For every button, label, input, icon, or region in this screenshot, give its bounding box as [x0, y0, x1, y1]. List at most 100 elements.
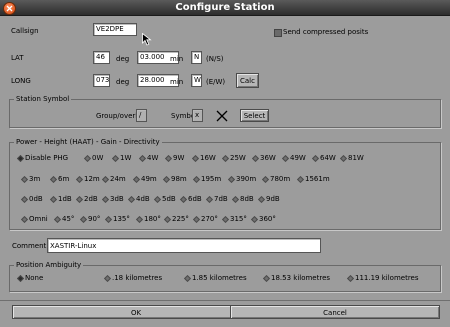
phg-option-label: Omni: [29, 215, 48, 223]
phg-option[interactable]: 81W: [339, 154, 364, 162]
phg-option-label: 64W: [320, 154, 336, 162]
phg-option[interactable]: 49W: [281, 154, 306, 162]
phg-option[interactable]: Disable PHG: [16, 154, 69, 162]
ambiguity-option-label: 111.19 kilometres: [355, 274, 419, 282]
radio-diamond-icon: [251, 154, 260, 162]
phg-option[interactable]: 195m: [192, 175, 221, 183]
ok-button[interactable]: OK: [12, 305, 260, 319]
ambiguity-option[interactable]: 1.85 kilometres: [183, 274, 247, 282]
long-hemisphere-field[interactable]: W: [191, 74, 202, 87]
radio-diamond-icon: [250, 215, 259, 223]
ambiguity-option[interactable]: 111.19 kilometres: [346, 274, 419, 282]
phg-option[interactable]: 315°: [221, 215, 247, 223]
phg-option[interactable]: 36W: [251, 154, 276, 162]
phg-option[interactable]: 5dB: [153, 195, 176, 203]
radio-diamond-icon: [16, 274, 25, 282]
phg-option-label: 36W: [260, 154, 276, 162]
radio-diamond-icon: [205, 195, 214, 203]
phg-option-label: 25W: [230, 154, 246, 162]
phg-option[interactable]: 0W: [83, 154, 104, 162]
phg-option[interactable]: 270°: [192, 215, 218, 223]
phg-option-label: Disable PHG: [25, 154, 69, 162]
group-overlay-field[interactable]: /: [136, 109, 147, 122]
phg-option[interactable]: 7dB: [205, 195, 228, 203]
ambiguity-option[interactable]: .18 kilometres: [103, 274, 162, 282]
phg-option[interactable]: 135°: [104, 215, 130, 223]
phg-option[interactable]: 45°: [53, 215, 74, 223]
ambiguity-option[interactable]: 18.53 kilometres: [262, 274, 330, 282]
radio-diamond-icon: [16, 154, 25, 162]
station-symbol-section-title: Station Symbol: [14, 95, 72, 103]
radio-diamond-icon: [75, 195, 84, 203]
phg-option[interactable]: 4W: [138, 154, 158, 162]
radio-diamond-icon: [257, 195, 266, 203]
title-bar: Configure Station: [0, 0, 450, 16]
compressed-checkbox[interactable]: [274, 29, 282, 37]
phg-option[interactable]: 6dB: [179, 195, 202, 203]
long-degrees-field[interactable]: 073: [93, 74, 110, 87]
phg-option-label: 3m: [29, 175, 41, 183]
callsign-label: Callsign: [11, 27, 39, 35]
phg-option[interactable]: 64W: [311, 154, 336, 162]
symbol-preview-x-icon: [216, 110, 228, 122]
radio-diamond-icon: [20, 195, 29, 203]
radio-diamond-icon: [53, 215, 62, 223]
phg-option-label: 5dB: [162, 195, 176, 203]
radio-diamond-icon: [101, 195, 110, 203]
phg-option-label: 780m: [270, 175, 291, 183]
phg-option[interactable]: 25W: [221, 154, 246, 162]
radio-diamond-icon: [311, 154, 320, 162]
lat-deg-unit: deg: [116, 55, 130, 63]
phg-option[interactable]: 180°: [135, 215, 161, 223]
radio-diamond-icon: [49, 195, 58, 203]
phg-option[interactable]: 390m: [227, 175, 256, 183]
lat-label: LAT: [11, 54, 24, 62]
radio-diamond-icon: [296, 175, 305, 183]
phg-option[interactable]: 360°: [250, 215, 276, 223]
phg-option[interactable]: 49m: [132, 175, 157, 183]
radio-diamond-icon: [49, 175, 58, 183]
phg-option-label: 6dB: [188, 195, 202, 203]
lat-degrees-field[interactable]: 46: [93, 51, 110, 64]
phg-option-label: 135°: [113, 215, 130, 223]
phg-option-label: 0W: [92, 154, 104, 162]
radio-diamond-icon: [261, 175, 270, 183]
calc-button[interactable]: Calc: [236, 73, 259, 88]
radio-diamond-icon: [192, 215, 201, 223]
symbol-field[interactable]: x: [192, 109, 203, 122]
callsign-field[interactable]: VE2DPE: [93, 23, 137, 36]
phg-option[interactable]: Omni: [20, 215, 48, 223]
phg-option[interactable]: 9W: [164, 154, 184, 162]
phg-option-label: 2dB: [84, 195, 98, 203]
radio-diamond-icon: [135, 215, 144, 223]
phg-option-label: 0dB: [29, 195, 43, 203]
phg-option[interactable]: 3m: [20, 175, 41, 183]
phg-option[interactable]: 1561m: [296, 175, 330, 183]
comment-field[interactable]: XASTIR-Linux: [47, 238, 321, 253]
phg-option[interactable]: 8dB: [231, 195, 254, 203]
cancel-button[interactable]: Cancel: [230, 305, 440, 319]
ambiguity-option[interactable]: None: [16, 274, 43, 282]
phg-option[interactable]: 225°: [163, 215, 189, 223]
radio-diamond-icon: [104, 215, 113, 223]
phg-option[interactable]: 2dB: [75, 195, 98, 203]
lat-hemisphere-field[interactable]: N: [191, 51, 202, 64]
phg-option[interactable]: 3dB: [101, 195, 124, 203]
phg-option[interactable]: 1dB: [49, 195, 72, 203]
phg-option[interactable]: 4dB: [127, 195, 150, 203]
phg-option[interactable]: 0dB: [20, 195, 43, 203]
radio-diamond-icon: [179, 195, 188, 203]
phg-option[interactable]: 24m: [101, 175, 126, 183]
radio-diamond-icon: [111, 154, 120, 162]
phg-option[interactable]: 780m: [261, 175, 291, 183]
phg-option[interactable]: 98m: [162, 175, 187, 183]
phg-option[interactable]: 6m: [49, 175, 69, 183]
phg-option[interactable]: 1W: [111, 154, 131, 162]
phg-option[interactable]: 90°: [79, 215, 100, 223]
phg-option-label: 180°: [144, 215, 161, 223]
ambiguity-section-title: Position Ambiguity: [14, 261, 84, 269]
phg-option[interactable]: 9dB: [257, 195, 280, 203]
select-symbol-button[interactable]: Select: [240, 109, 269, 122]
phg-option[interactable]: 12m: [75, 175, 100, 183]
phg-option[interactable]: 16W: [191, 154, 216, 162]
